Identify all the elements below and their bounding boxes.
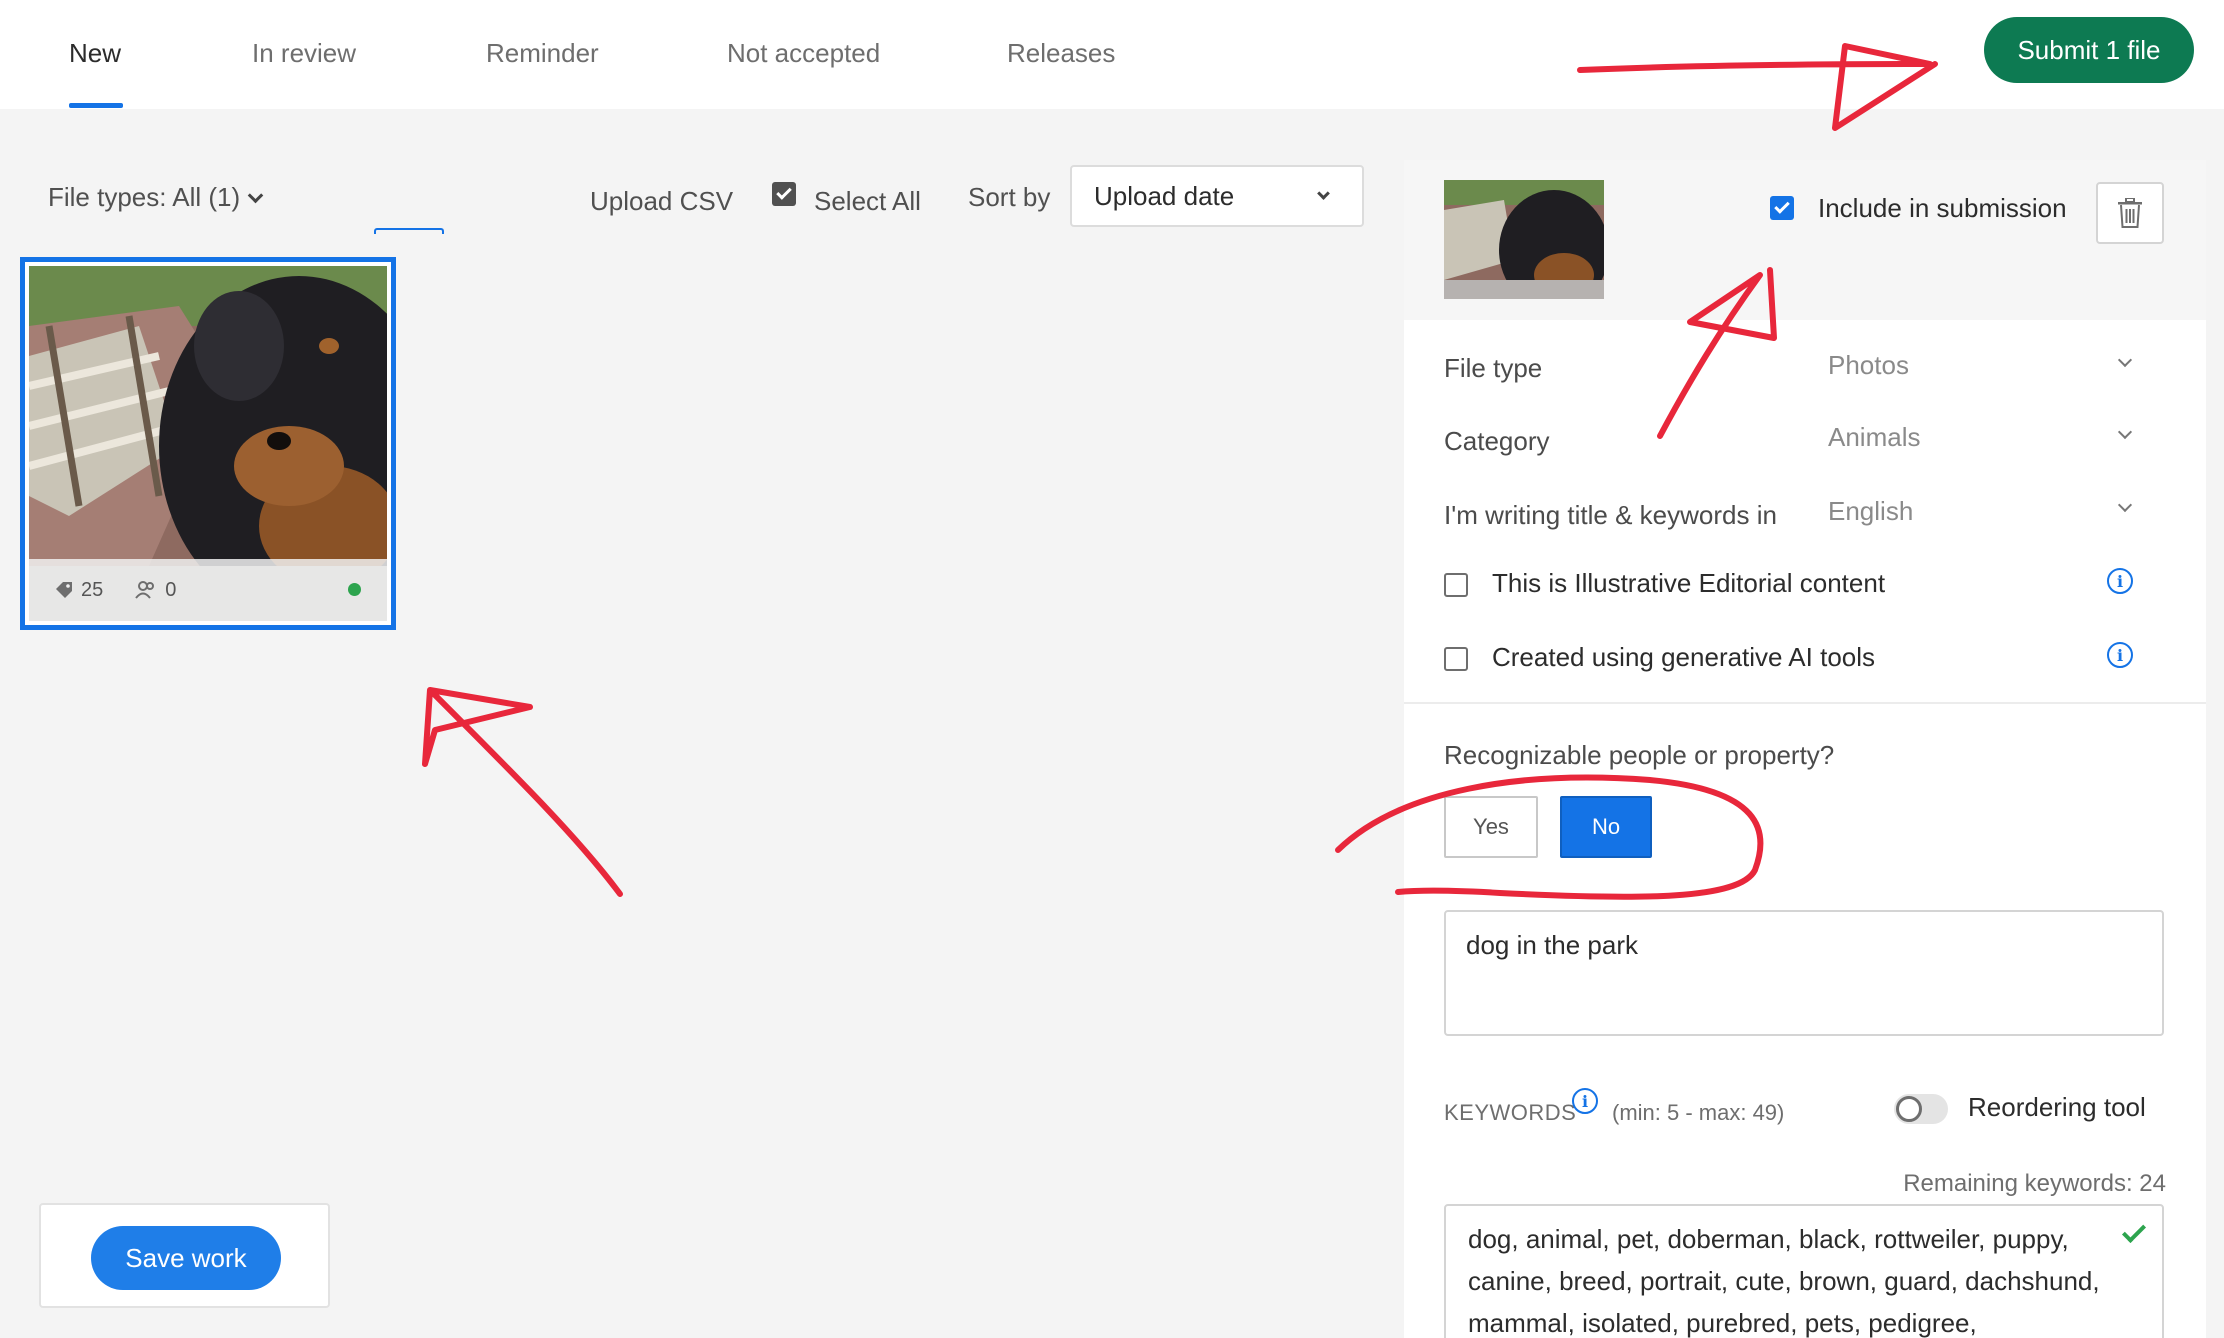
keyword-count: 25 xyxy=(55,579,103,602)
include-submission-label: Include in submission xyxy=(1818,193,2067,223)
tab-marker xyxy=(374,228,444,234)
generative-ai-label: Created using generative AI tools xyxy=(1492,642,1876,672)
save-work-button[interactable]: Save work xyxy=(91,1226,281,1290)
panel-header: Include in submission xyxy=(1404,160,2206,320)
reordering-toggle[interactable] xyxy=(1894,1094,1948,1124)
language-select[interactable]: English xyxy=(1828,496,1913,527)
check-icon xyxy=(2121,1218,2147,1244)
tab-in-review[interactable]: In review xyxy=(252,38,356,69)
chevron-down-icon xyxy=(2117,424,2133,440)
people-count-value: 0 xyxy=(165,578,177,601)
illustrative-editorial-checkbox[interactable] xyxy=(1444,573,1468,597)
category-select[interactable]: Animals xyxy=(1828,422,1920,453)
keywords-label: KEYWORDS xyxy=(1444,1100,1577,1125)
select-all-label: Select All xyxy=(814,186,921,216)
chevron-down-icon xyxy=(2117,352,2133,368)
keywords-textarea[interactable]: dog, animal, pet, doberman, black, rottw… xyxy=(1444,1204,2164,1338)
select-all-checkbox[interactable] xyxy=(772,182,796,206)
remaining-keywords: Remaining keywords: 24 xyxy=(1903,1170,2166,1197)
save-work-container: Save work xyxy=(39,1203,330,1308)
thumbnail-footer: 25 0 xyxy=(29,559,387,621)
keywords-range: (min: 5 - max: 49) xyxy=(1612,1100,1785,1125)
people-icon xyxy=(135,581,155,599)
annotation-arrow-thumbnail xyxy=(422,687,623,897)
language-label: I'm writing title & keywords in xyxy=(1444,500,1777,530)
keywords-text: dog, animal, pet, doberman, black, rottw… xyxy=(1468,1224,2100,1338)
tag-icon xyxy=(56,582,72,598)
chevron-down-icon xyxy=(247,187,264,204)
chevron-down-icon xyxy=(1317,187,1330,200)
tab-releases[interactable]: Releases xyxy=(1007,38,1115,69)
chevron-down-icon xyxy=(2117,497,2133,513)
tab-reminder[interactable]: Reminder xyxy=(486,38,599,69)
upload-csv-link[interactable]: Upload CSV xyxy=(590,186,733,217)
people-count: 0 xyxy=(135,579,176,602)
reordering-label: Reordering tool xyxy=(1968,1092,2146,1122)
delete-button[interactable] xyxy=(2096,182,2164,244)
sort-by-label: Sort by xyxy=(968,182,1051,212)
info-icon[interactable]: i xyxy=(1572,1088,1598,1114)
include-submission-checkbox[interactable] xyxy=(1770,196,1794,220)
checkmark-icon xyxy=(1774,198,1790,214)
asset-thumbnail-card[interactable]: 25 0 xyxy=(20,257,396,630)
toggle-knob xyxy=(1896,1096,1922,1122)
file-types-dropdown[interactable]: File types: All (1) xyxy=(48,182,264,213)
checkmark-icon xyxy=(776,184,792,200)
keyword-count-value: 25 xyxy=(81,578,104,601)
active-tab-indicator xyxy=(69,103,123,108)
file-type-select[interactable]: Photos xyxy=(1828,350,1909,381)
sort-value: Upload date xyxy=(1094,180,1235,211)
top-nav: New In review Reminder Not accepted Rele… xyxy=(0,0,2224,109)
info-icon[interactable]: i xyxy=(2107,642,2133,668)
title-input[interactable]: dog in the park xyxy=(1444,910,2164,1036)
category-label: Category xyxy=(1444,426,1550,456)
tab-not-accepted[interactable]: Not accepted xyxy=(727,38,880,69)
info-icon[interactable]: i xyxy=(2107,568,2133,594)
tab-new[interactable]: New xyxy=(69,38,121,69)
divider xyxy=(1404,702,2206,704)
illustrative-editorial-label: This is Illustrative Editorial content xyxy=(1492,568,1886,598)
panel-thumbnail xyxy=(1444,180,1604,299)
file-type-label: File type xyxy=(1444,353,1543,383)
recognizable-question: Recognizable people or property? xyxy=(1444,740,1835,770)
asset-detail-panel: Include in submission File type Photos C… xyxy=(1404,160,2206,1338)
no-button[interactable]: No xyxy=(1560,796,1652,858)
submit-button[interactable]: Submit 1 file xyxy=(1984,17,2194,83)
generative-ai-checkbox[interactable] xyxy=(1444,647,1468,671)
sort-select[interactable]: Upload date xyxy=(1070,165,1364,227)
status-dot xyxy=(348,583,361,596)
trash-icon xyxy=(2118,198,2142,228)
file-types-label: File types: All (1) xyxy=(48,182,241,212)
yes-button[interactable]: Yes xyxy=(1444,796,1538,858)
